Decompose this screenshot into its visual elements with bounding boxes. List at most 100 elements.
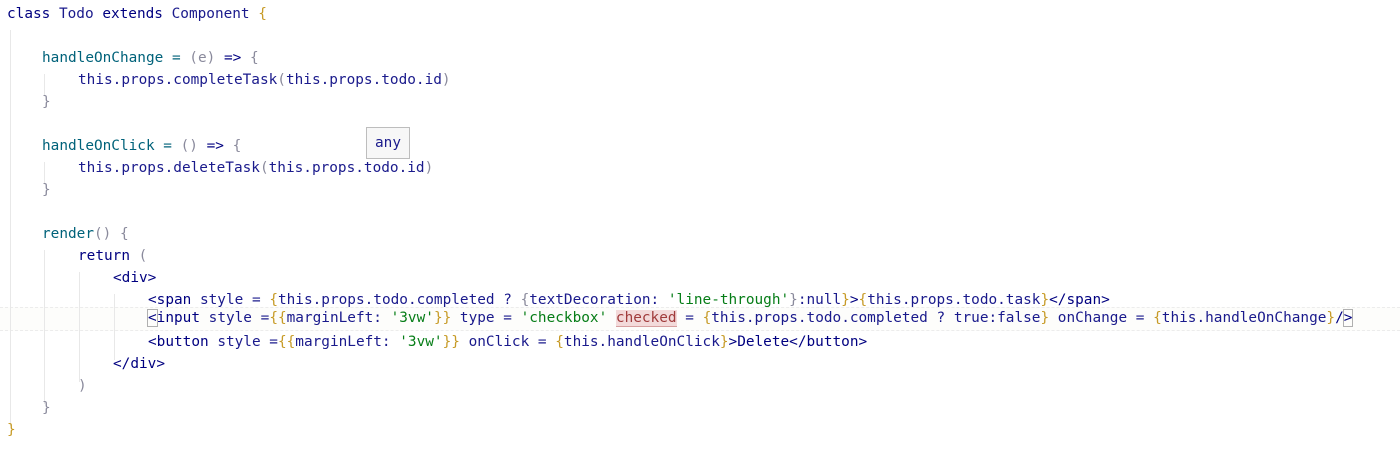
token-keyword: class [7,6,59,22]
code-line-current[interactable]: <input style ={{marginLeft: '3vw'}} type… [147,307,1354,329]
token-method-name: handleOnClick = [42,138,181,154]
token-attribute: type [451,310,495,326]
token-paren: () [180,138,198,154]
token-expression: this.handleOnClick [563,334,720,350]
code-line[interactable]: handleOnClick = () => { [42,135,241,157]
token-property: marginLeft: [286,310,391,326]
token-attribute: style [217,334,261,350]
token-brace: } [7,422,16,438]
token-jsx-tag: / [1335,310,1344,326]
token-jsx-tag: </span> [1049,292,1110,308]
token-class-name: Todo [58,6,103,22]
token-brace: } [719,334,729,350]
token-brace: { [702,310,712,326]
token-brace: } [789,292,798,308]
token-jsx-tag: > [849,292,859,308]
token-jsx-tag: input [156,310,209,326]
token-brace: { [269,292,278,308]
code-line[interactable]: ) [78,375,87,397]
token-paren: ( [277,72,286,88]
token-operator: = [251,310,270,326]
code-editor[interactable]: class Todo extends Component { handleOnC… [0,0,1400,450]
token-operator: = [676,310,703,326]
code-line[interactable]: } [42,91,51,113]
token-brace: } [42,400,51,416]
indent-guide [44,250,45,404]
code-line[interactable]: <div> [113,267,156,289]
token-expression: this.props.deleteTask [78,160,260,176]
code-line[interactable]: render() { [42,223,129,245]
token-expression: this.props.todo.task [867,292,1041,308]
indent-guide [114,294,115,360]
code-line[interactable]: } [42,179,51,201]
token-expression: this.props.todo.completed ? true:false [711,310,1041,326]
token-brace: } [42,182,51,198]
code-line[interactable]: } [7,419,16,441]
token-string: '3vw' [390,310,434,326]
code-line[interactable]: return ( [78,245,147,267]
token-paren: ( [259,160,269,176]
token-paren: ( [189,50,198,66]
token-string: 'line-through' [667,292,790,308]
token-paren: ) [424,160,434,176]
token-brace: { [258,6,267,22]
token-brace: { [1153,310,1162,326]
token-brace: }} [442,334,460,350]
code-line[interactable]: this.props.completeTask(this.props.todo.… [78,69,451,91]
token-expression: this.props.completeTask [78,72,278,88]
token-jsx-tag: > [1342,309,1354,327]
token-attribute: style [199,292,244,308]
token-brace: {{ [277,334,296,350]
token-operator: = [243,292,270,308]
type-hint-tooltip: any [366,127,410,159]
indent-guide [79,272,80,382]
token-jsx-tag: </div> [113,356,165,372]
token-brace: {{ [269,310,287,326]
code-line[interactable]: </div> [113,353,165,375]
token-jsx-tag: <div> [113,270,157,286]
token-brace: } [1040,292,1050,308]
code-line[interactable]: <button style ={{marginLeft: '3vw'}} onC… [148,331,867,353]
token-operator: = [260,334,278,350]
token-brace: { [520,292,530,308]
token-paren: ( [138,248,148,264]
token-brace: }} [433,310,452,326]
indent-guide [10,30,11,426]
token-jsx-tag: <button [148,334,218,350]
token-method-name: handleOnChange = [42,50,190,66]
code-line[interactable]: class Todo extends Component { [7,3,267,25]
token-brace: { [858,292,868,308]
token-jsx-tag: <span [148,292,200,308]
token-arrow: => [215,50,250,66]
token-jsx-tag: >Delete</button> [728,334,868,350]
token-paren: ) [206,50,216,66]
token-keyword: return [78,248,139,264]
token-operator: = [529,334,556,350]
code-line[interactable]: } [42,397,51,419]
token-arrow: => [197,138,233,154]
token-attribute: style [208,310,252,326]
token-jsx-tag: < [147,309,158,327]
code-line[interactable]: this.props.deleteTask(this.props.todo.id… [78,157,433,179]
token-paren: () [93,226,112,242]
token-brace: } [1040,310,1050,326]
token-expression: this.props.todo.completed ? [277,292,521,308]
token-brace: { [249,50,259,66]
token-brace: } [42,94,51,110]
token-expression: :null [797,292,842,308]
token-string: '3vw' [399,334,443,350]
token-attribute: onClick [459,334,530,350]
token-brace: } [1326,310,1336,326]
token-string: 'checkbox' [520,310,608,326]
code-line[interactable]: handleOnChange = (e) => { [42,47,259,69]
token-brace: { [555,334,564,350]
token-brace: } [841,292,850,308]
token-expression: this.props.todo.id [285,72,442,88]
token-method-name: render [42,226,94,242]
token-expression: this.handleOnChange [1161,310,1327,326]
token-param: e [197,50,207,66]
token-attribute-warning[interactable]: checked [615,310,677,327]
token-expression: this.props.todo.id [268,160,425,176]
token-brace: { [232,138,242,154]
